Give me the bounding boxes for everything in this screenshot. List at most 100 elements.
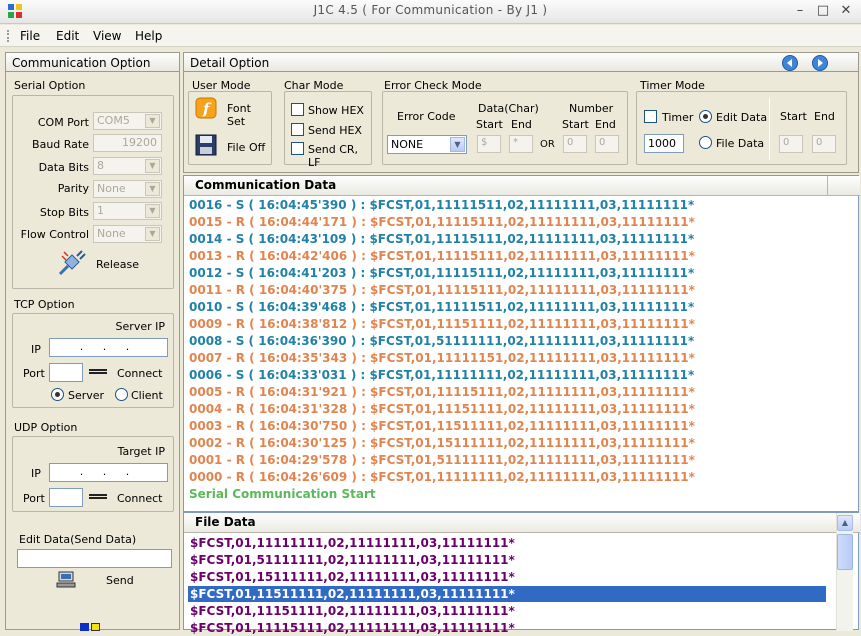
file-data-row[interactable]: $FCST,01,11151111,02,11111111,03,1111111… — [188, 603, 826, 619]
number-start-input[interactable]: 0 — [563, 135, 587, 153]
chevron-down-icon: ▼ — [145, 159, 160, 173]
data-bits-label: Data Bits — [38, 161, 89, 174]
menu-grip-icon — [7, 30, 10, 42]
tcp-ip-label: IP — [31, 343, 41, 356]
maximize-button[interactable]: □ — [815, 4, 831, 19]
send-data-input[interactable] — [17, 549, 172, 568]
file-data-label: File Data — [716, 137, 765, 150]
tcp-port-input[interactable] — [49, 363, 83, 382]
release-label: Release — [96, 258, 139, 271]
file-state-label: Off — [249, 141, 266, 154]
menu-help[interactable]: Help — [131, 28, 166, 44]
font-set-button[interactable]: f Font Set — [195, 96, 271, 128]
chevron-down-icon: ▼ — [145, 114, 160, 128]
stop-bits-label: Stop Bits — [39, 206, 89, 219]
file-data-row[interactable]: $FCST,01,11111111,02,11111111,03,1111111… — [188, 535, 826, 551]
close-button[interactable]: ✕ — [838, 4, 854, 19]
communication-data-panel[interactable]: Communication Data 0016 - S ( 16:04:45'3… — [183, 175, 860, 512]
timer-end-input[interactable]: 0 — [812, 135, 836, 153]
chevron-down-icon: ▼ — [450, 137, 465, 152]
udp-option-group: Target IP IP . . . Port Connect — [12, 436, 174, 512]
scrollbar-thumb[interactable] — [837, 534, 853, 570]
connect-icon — [89, 494, 107, 499]
target-ip-label: Target IP — [117, 445, 165, 458]
tcp-ip-input[interactable]: . . . — [49, 338, 168, 357]
menu-bar: File Edit View Help — [0, 25, 861, 47]
back-arrow-icon[interactable] — [782, 55, 798, 71]
file-data-row[interactable]: $FCST,01,51111111,02,11111111,03,1111111… — [188, 552, 826, 568]
log-line: 0009 - R ( 16:04:38'812 ) : $FCST,01,111… — [189, 317, 695, 331]
file-data-row[interactable]: $FCST,01,15111111,02,11111111,03,1111111… — [188, 569, 826, 585]
stop-bits-select[interactable]: 1 ▼ — [93, 202, 162, 220]
data-end-input[interactable]: * — [509, 135, 533, 153]
log-line: 0007 - R ( 16:04:35'343 ) : $FCST,01,111… — [189, 351, 695, 365]
error-code-select[interactable]: NONE ▼ — [387, 135, 467, 154]
com-port-select[interactable]: COM5 ▼ — [93, 112, 162, 130]
log-line: 0000 - R ( 16:04:26'609 ) : $FCST,01,111… — [189, 470, 695, 484]
file-data-row[interactable]: $FCST,01,11115111,02,11111111,03,1111111… — [188, 620, 826, 636]
log-line: 0003 - R ( 16:04:30'750 ) : $FCST,01,115… — [189, 419, 695, 433]
udp-port-input[interactable] — [49, 488, 83, 507]
communication-option-panel: Communication Option Serial Option COM P… — [5, 52, 180, 631]
flow-control-label: Flow Control — [20, 228, 89, 241]
timer-label: Timer — [662, 111, 694, 124]
timer-interval-input[interactable]: 1000 — [644, 134, 684, 153]
tcp-connect-button[interactable]: Connect — [117, 367, 162, 380]
send-hex-checkbox[interactable] — [291, 123, 304, 136]
timer-end-label: End — [814, 110, 835, 123]
menu-view[interactable]: View — [89, 28, 125, 44]
timer-start-input[interactable]: 0 — [779, 135, 803, 153]
log-line: 0013 - R ( 16:04:42'406 ) : $FCST,01,111… — [189, 249, 695, 263]
show-hex-checkbox[interactable] — [291, 103, 304, 116]
tcp-option-group: Server IP IP . . . Port Connect Server C… — [12, 313, 174, 408]
number-start-label: Start — [562, 118, 589, 131]
udp-connect-button[interactable]: Connect — [117, 492, 162, 505]
flow-control-select[interactable]: None ▼ — [93, 225, 162, 243]
menu-file[interactable]: File — [16, 28, 44, 44]
edit-data-radio[interactable] — [699, 110, 712, 123]
timer-checkbox[interactable] — [644, 110, 657, 123]
scroll-up-icon[interactable]: ▲ — [837, 515, 853, 531]
file-toggle-button[interactable]: File Off — [195, 134, 271, 160]
serial-option-title: Serial Option — [14, 79, 86, 92]
chevron-down-icon: ▼ — [145, 227, 160, 241]
send-crlf-checkbox[interactable] — [291, 142, 304, 155]
file-data-row[interactable]: $FCST,01,11511111,02,11111111,03,1111111… — [188, 586, 826, 602]
log-line: 0008 - S ( 16:04:36'390 ) : $FCST,01,511… — [189, 334, 695, 348]
title-bar[interactable]: J1C 4.5 ( For Communication - By J1 ) – … — [0, 0, 861, 24]
file-data-radio[interactable] — [699, 136, 712, 149]
number-end-input[interactable]: 0 — [595, 135, 619, 153]
number-label: Number — [569, 102, 614, 115]
udp-ip-input[interactable]: . . . — [49, 463, 168, 482]
parity-label: Parity — [57, 182, 89, 195]
log-line: 0004 - R ( 16:04:31'328 ) : $FCST,01,111… — [189, 402, 695, 416]
edit-data-title: Edit Data(Send Data) — [19, 533, 137, 546]
file-data-scrollbar[interactable]: ▲ — [836, 513, 853, 631]
baud-rate-select[interactable]: 19200 — [93, 134, 162, 152]
minimize-button[interactable]: – — [792, 4, 808, 19]
font-icon: f — [195, 97, 217, 119]
file-data-panel[interactable]: File Data $FCST,01,11111111,02,11111111,… — [183, 512, 860, 635]
data-bits-select[interactable]: 8 ▼ — [93, 157, 162, 175]
send-button[interactable]: Send — [56, 571, 146, 593]
log-line: 0010 - S ( 16:04:39'468 ) : $FCST,01,111… — [189, 300, 695, 314]
server-label: Server — [68, 389, 105, 402]
server-radio[interactable] — [51, 388, 64, 401]
log-line: 0011 - R ( 16:04:40'375 ) : $FCST,01,111… — [189, 283, 695, 297]
parity-select[interactable]: None ▼ — [93, 180, 162, 198]
menu-edit[interactable]: Edit — [52, 28, 83, 44]
release-button[interactable]: Release — [56, 248, 156, 282]
save-disk-icon — [195, 134, 217, 156]
serial-option-group: COM Port COM5 ▼ Baud Rate 19200 Data Bits… — [12, 95, 174, 289]
client-radio[interactable] — [115, 388, 128, 401]
data-start-input[interactable]: $ — [477, 135, 501, 153]
user-mode-group: f Font Set File Off — [188, 91, 272, 165]
forward-arrow-icon[interactable] — [812, 55, 828, 71]
send-label: Send — [106, 574, 134, 587]
send-crlf-label: Send CR, LF — [308, 143, 359, 169]
edit-data-label: Edit Data — [716, 111, 768, 124]
timer-divider — [769, 98, 770, 160]
log-start-message: Serial Communication Start — [189, 487, 376, 501]
char-mode-group: Show HEX Send HEX Send CR, LF — [284, 91, 372, 169]
data-char-label: Data(Char) — [478, 102, 539, 115]
